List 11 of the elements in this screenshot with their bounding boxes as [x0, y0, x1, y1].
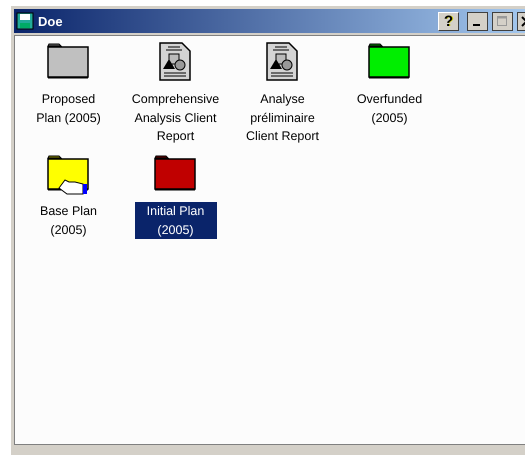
- window-title: Doe: [38, 14, 64, 28]
- item-label[interactable]: Proposed Plan (2005): [28, 90, 110, 127]
- help-button[interactable]: ?: [438, 12, 459, 30]
- minimize-button[interactable]: [467, 12, 488, 30]
- item-label[interactable]: Overfunded (2005): [348, 90, 430, 127]
- folder-icon[interactable]: [46, 154, 90, 196]
- item-label[interactable]: Initial Plan (2005): [134, 202, 216, 239]
- item-label[interactable]: Comprehensive Analysis Client Report: [130, 90, 222, 146]
- maximize-button[interactable]: [492, 12, 513, 30]
- item-label[interactable]: Analyse préliminaire Client Report: [242, 90, 324, 146]
- item-label[interactable]: Base Plan (2005): [28, 202, 110, 239]
